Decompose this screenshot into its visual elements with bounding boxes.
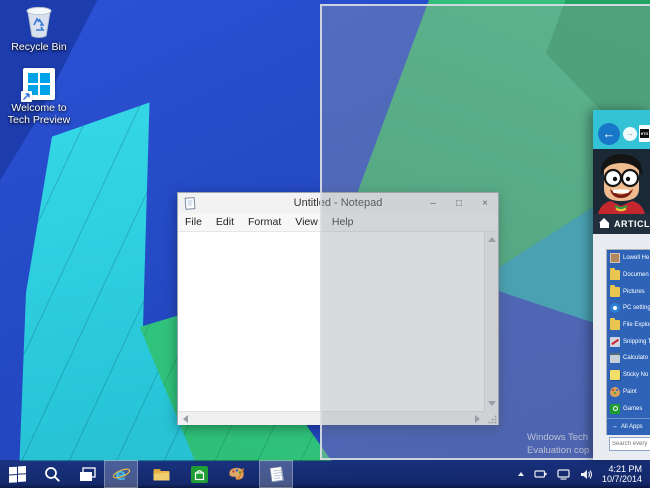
- htg-favicon: HTG: [640, 129, 649, 138]
- all-apps-item[interactable]: → All Apps: [607, 417, 650, 436]
- start-button[interactable]: [0, 460, 34, 488]
- all-apps-arrow-icon: →: [611, 423, 618, 431]
- desktop-icon-label: Recycle Bin: [11, 41, 67, 53]
- internet-explorer-button[interactable]: e: [104, 460, 138, 488]
- start-menu-item-icon: [610, 370, 620, 381]
- article-page: Lowell He Documen Pictures PC setting Fi…: [593, 234, 650, 460]
- chevron-up-icon: [517, 472, 524, 476]
- start-menu-item[interactable]: Games: [607, 400, 650, 417]
- menu-item[interactable]: Format: [241, 216, 288, 228]
- taskbar: e 4:21 PM 10/7/2014: [0, 460, 650, 488]
- start-menu-item[interactable]: PC setting: [607, 300, 650, 317]
- browser-navbar: ← → HTG: [593, 110, 650, 149]
- volume-tray-icon[interactable]: [580, 469, 593, 480]
- svg-text:e: e: [115, 465, 126, 484]
- desktop-icon-welcome-tech-preview[interactable]: Welcome to Tech Preview: [4, 68, 74, 126]
- article-header-bar: ARTICL: [593, 214, 650, 234]
- hidden-icons-chevron[interactable]: [517, 472, 524, 476]
- windows-tile-icon: [21, 68, 55, 102]
- search-icon: [44, 466, 60, 482]
- menu-item[interactable]: Edit: [209, 216, 241, 228]
- desktop-icon-recycle-bin[interactable]: Recycle Bin: [4, 5, 74, 53]
- task-view-button[interactable]: [70, 460, 104, 488]
- clock-time: 4:21 PM: [608, 463, 642, 474]
- file-explorer-button[interactable]: [144, 460, 178, 488]
- windows-start-icon: [8, 465, 26, 483]
- start-menu-item[interactable]: Sticky No: [607, 367, 650, 384]
- network-tray-icon[interactable]: [557, 468, 570, 480]
- recycle-bin-icon: [26, 6, 52, 38]
- scroll-left-arrow-icon[interactable]: [183, 415, 188, 423]
- start-menu-item[interactable]: Snipping T: [607, 333, 650, 350]
- volume-icon: [580, 469, 593, 479]
- search-button[interactable]: [35, 460, 69, 488]
- windows-desktop: { "desktop": { "icons": [ { "label": "Re…: [0, 0, 650, 488]
- paint-button[interactable]: [219, 460, 253, 488]
- desktop-icon-label: Welcome to Tech Preview: [7, 102, 71, 126]
- store-button[interactable]: [182, 460, 216, 488]
- start-menu-item-icon: [610, 268, 620, 281]
- taskbar-clock[interactable]: 4:21 PM 10/7/2014: [602, 464, 642, 485]
- start-menu-search-input[interactable]: [609, 437, 650, 451]
- power-tray-icon[interactable]: [534, 469, 547, 479]
- start-menu-item[interactable]: Lowell He: [607, 250, 650, 267]
- notepad-icon: [269, 465, 284, 482]
- cartoon-avatar-icon: [593, 149, 650, 214]
- start-menu-item-icon: [610, 284, 620, 297]
- start-menu-item-icon: [610, 318, 620, 331]
- system-tray: 4:21 PM 10/7/2014: [513, 460, 650, 488]
- network-icon: [557, 468, 570, 480]
- task-view-icon: [79, 466, 96, 481]
- start-menu-screenshot: Lowell He Documen Pictures PC setting Fi…: [607, 250, 650, 434]
- home-icon[interactable]: [599, 218, 609, 228]
- articles-label[interactable]: ARTICL: [614, 219, 650, 229]
- start-menu-item-icon: [610, 353, 620, 364]
- back-button[interactable]: ←: [598, 123, 620, 145]
- clock-date: 10/7/2014: [601, 474, 642, 484]
- start-menu-item-icon: [610, 303, 620, 314]
- forward-button[interactable]: →: [623, 127, 637, 141]
- start-menu-item[interactable]: File Explor: [607, 317, 650, 334]
- notepad-taskbar-button[interactable]: [259, 460, 293, 488]
- start-menu-item-icon: [610, 386, 620, 397]
- file-explorer-icon: [153, 468, 169, 480]
- start-menu-item[interactable]: Documen: [607, 267, 650, 284]
- start-menu-item-icon: [610, 403, 620, 414]
- menu-item[interactable]: File: [178, 216, 209, 228]
- start-menu-item[interactable]: Paint: [607, 384, 650, 401]
- start-menu-item-icon: [610, 253, 620, 264]
- start-menu-item[interactable]: Pictures: [607, 283, 650, 300]
- browser-window: ← → HTG ARTICL Lowell He Documen Picture…: [593, 110, 650, 460]
- address-bar[interactable]: HTG: [639, 125, 650, 142]
- start-menu-item[interactable]: Calculato: [607, 350, 650, 367]
- power-icon: [534, 470, 547, 478]
- shortcut-arrow-icon: [21, 91, 32, 102]
- paint-palette-icon: [228, 467, 244, 480]
- internet-explorer-icon: e: [112, 465, 130, 484]
- store-icon: [190, 465, 208, 483]
- htg-avatar-image: [593, 149, 650, 214]
- start-menu-item-icon: [610, 336, 620, 347]
